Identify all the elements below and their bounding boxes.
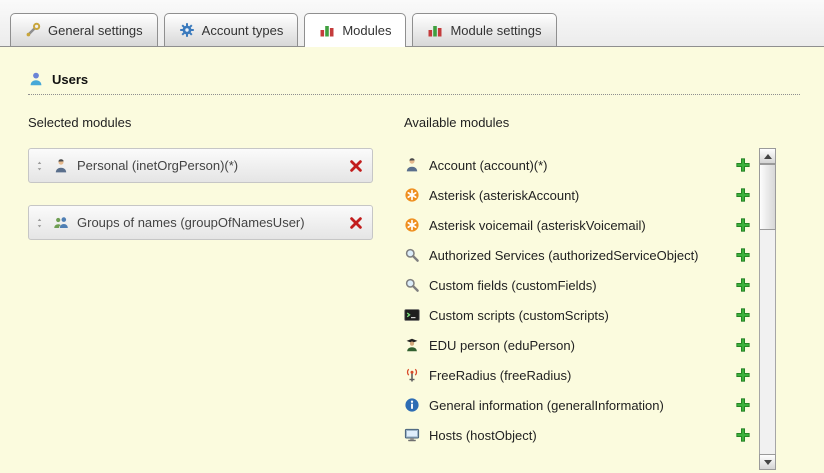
add-module-button[interactable] [735,217,751,233]
remove-module-button[interactable] [348,215,364,231]
edu-person-icon [404,337,420,353]
delete-icon [348,158,364,174]
add-module-button[interactable] [735,247,751,263]
scroll-down-button[interactable] [759,454,776,470]
add-module-button[interactable] [735,187,751,203]
scrollbar-track[interactable] [760,230,775,455]
available-module-row: EDU person (eduPerson) [404,330,751,360]
remove-module-button[interactable] [348,158,364,174]
asterisk-icon [404,187,420,203]
scroll-up-icon [764,154,772,159]
available-module-row: General information (generalInformation) [404,390,751,420]
add-icon [735,397,751,413]
add-icon [735,307,751,323]
magnifier-icon [404,277,420,293]
person-icon [404,157,420,173]
available-module-row: Asterisk (asteriskAccount) [404,180,751,210]
available-module-label: Hosts (hostObject) [429,428,726,443]
tabs: General settings Account types Modules M… [10,0,824,46]
add-module-button[interactable] [735,307,751,323]
add-module-button[interactable] [735,337,751,353]
selected-module-row[interactable]: Groups of names (groupOfNamesUser) [28,205,373,240]
selected-module-row[interactable]: Personal (inetOrgPerson)(*) [28,148,373,183]
scroll-up-button[interactable] [759,148,776,164]
modules-icon [427,22,443,38]
tab-general-settings[interactable]: General settings [10,13,158,46]
available-module-row: Asterisk voicemail (asteriskVoicemail) [404,210,751,240]
available-modules-list: Account (account)(*) Asterisk (asteriskA… [404,150,751,470]
add-icon [735,427,751,443]
drag-handle-icon[interactable] [34,216,45,230]
add-module-button[interactable] [735,367,751,383]
available-modules-scrollbar[interactable] [759,148,776,470]
add-module-button[interactable] [735,427,751,443]
host-icon [404,427,420,443]
selected-modules-list: Personal (inetOrgPerson)(*) Groups of na… [28,148,404,240]
selected-modules-column: Selected modules Personal (inetOrgPerson… [28,115,404,470]
add-icon [735,187,751,203]
available-module-row: FreeRadius (freeRadius) [404,360,751,390]
gear-icon [179,22,195,38]
available-module-label: Custom fields (customFields) [429,278,726,293]
modules-icon [319,22,335,38]
available-modules-body: Account (account)(*) Asterisk (asteriskA… [404,148,776,470]
tab-modules[interactable]: Modules [304,13,406,47]
available-module-label: General information (generalInformation) [429,398,726,413]
available-module-label: Authorized Services (authorizedServiceOb… [429,248,726,263]
available-module-label: Account (account)(*) [429,158,726,173]
available-module-row: Authorized Services (authorizedServiceOb… [404,240,751,270]
radius-icon [404,367,420,383]
available-module-row: Hosts (hostObject) [404,420,751,450]
add-icon [735,337,751,353]
magnifier-icon [404,247,420,263]
scrollbar-thumb[interactable] [759,164,776,230]
tools-icon [25,22,41,38]
add-module-button[interactable] [735,277,751,293]
available-module-label: Custom scripts (customScripts) [429,308,726,323]
tab-account-types[interactable]: Account types [164,13,299,46]
tab-label: Module settings [450,23,541,38]
selected-module-label: Personal (inetOrgPerson)(*) [77,158,340,173]
info-icon [404,397,420,413]
section-title-label: Users [52,72,88,87]
available-modules-column: Available modules Account (account)(*) A… [404,115,776,470]
add-icon [735,277,751,293]
users-icon [28,71,44,87]
tab-label: Modules [342,23,391,38]
scroll-down-icon [764,460,772,465]
selected-module-label: Groups of names (groupOfNamesUser) [77,215,340,230]
terminal-icon [404,307,420,323]
add-icon [735,367,751,383]
tab-bar: General settings Account types Modules M… [0,0,824,47]
available-module-label: EDU person (eduPerson) [429,338,726,353]
available-modules-heading: Available modules [404,115,776,130]
available-module-label: FreeRadius (freeRadius) [429,368,726,383]
add-icon [735,157,751,173]
add-module-button[interactable] [735,397,751,413]
asterisk-icon [404,217,420,233]
module-columns: Selected modules Personal (inetOrgPerson… [28,115,776,470]
selected-modules-heading: Selected modules [28,115,404,130]
add-icon [735,217,751,233]
tab-label: Account types [202,23,284,38]
section-header-users: Users [28,71,800,95]
add-icon [735,247,751,263]
group-icon [53,215,69,231]
delete-icon [348,215,364,231]
available-module-label: Asterisk (asteriskAccount) [429,188,726,203]
tab-module-settings[interactable]: Module settings [412,13,556,46]
modules-config-panel: Users Selected modules Personal (inetOrg… [0,47,824,470]
drag-handle-icon[interactable] [34,159,45,173]
available-module-row: Account (account)(*) [404,150,751,180]
add-module-button[interactable] [735,157,751,173]
tab-label: General settings [48,23,143,38]
available-module-row: Custom scripts (customScripts) [404,300,751,330]
available-module-row: Custom fields (customFields) [404,270,751,300]
person-icon [53,158,69,174]
available-module-label: Asterisk voicemail (asteriskVoicemail) [429,218,726,233]
